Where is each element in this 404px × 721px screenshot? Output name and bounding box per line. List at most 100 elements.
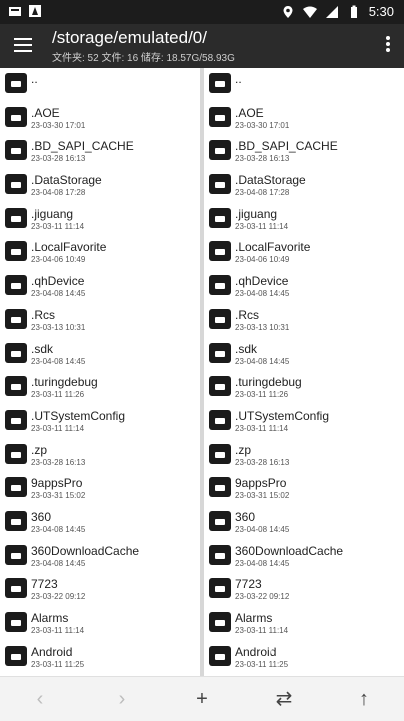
folder-icon <box>209 207 231 228</box>
folder-date: 23-04-08 17:28 <box>235 188 290 198</box>
folder-date: 23-03-11 11:26 <box>31 390 85 400</box>
folder-date: 23-04-06 10:49 <box>31 255 86 265</box>
folder-row[interactable]: .AOE 23-03-30 17:01 <box>0 102 200 136</box>
folder-row[interactable]: .Rcs 23-03-13 10:31 <box>204 304 404 338</box>
add-button[interactable]: + <box>190 687 214 711</box>
folder-date: 23-03-28 16:13 <box>31 154 86 164</box>
folder-icon <box>5 106 27 127</box>
folder-row[interactable]: .DataStorage 23-04-08 17:28 <box>0 169 200 203</box>
folder-icon <box>5 275 27 296</box>
folder-icon <box>5 140 27 161</box>
folder-row[interactable]: .DataStorage 23-04-08 17:28 <box>204 169 404 203</box>
folder-row[interactable]: 9appsPro 23-03-31 15:02 <box>204 472 404 506</box>
folder-row[interactable]: .zp 23-03-28 16:13 <box>204 439 404 473</box>
folder-icon <box>209 612 231 632</box>
folder-name: .turingdebug <box>31 375 98 390</box>
folder-icon <box>5 578 27 599</box>
folder-row[interactable]: .jiguang 23-03-11 11:14 <box>204 203 404 237</box>
folder-row[interactable]: 7723 23-03-22 09:12 <box>0 573 200 607</box>
folder-row[interactable]: 360 23-04-08 14:45 <box>204 506 404 540</box>
folder-row[interactable]: 360DownloadCache 23-04-08 14:45 <box>0 540 200 574</box>
folder-name: 7723 <box>235 577 262 592</box>
folder-date: 23-03-28 16:13 <box>235 457 290 467</box>
folder-icon <box>5 174 27 195</box>
folder-name: .zp <box>31 442 48 457</box>
folder-name: .jiguang <box>235 206 278 221</box>
folder-row[interactable]: .. <box>0 68 200 102</box>
right-pane-list[interactable]: .. .AOE 23-03-30 17:01 .BD_SAPI_CACHE 23-03-… <box>204 68 404 676</box>
folder-name: .jiguang <box>31 206 74 221</box>
folder-row[interactable]: 360 23-04-08 14:45 <box>0 506 200 540</box>
forward-button[interactable]: › <box>110 687 134 711</box>
folder-row[interactable]: .jiguang 23-03-11 11:14 <box>0 203 200 237</box>
folder-date: 23-03-22 09:12 <box>235 592 290 602</box>
folder-row[interactable]: .qhDevice 23-04-08 14:45 <box>0 270 200 304</box>
wifi-icon <box>302 6 317 18</box>
folder-row[interactable]: .qhDevice 23-04-08 14:45 <box>204 270 404 304</box>
folder-name: .BD_SAPI_CACHE <box>235 139 338 154</box>
folder-icon <box>209 140 231 161</box>
folder-row[interactable]: .sdk 23-04-08 14:45 <box>204 338 404 372</box>
folder-name: 360DownloadCache <box>235 543 344 558</box>
folder-icon <box>5 308 27 329</box>
notification-icon <box>9 7 21 16</box>
left-pane-list[interactable]: .. .AOE 23-03-30 17:01 .BD_SAPI_CACHE 23-03-… <box>0 68 200 676</box>
folder-row[interactable]: .Rcs 23-03-13 10:31 <box>0 304 200 338</box>
folder-name: .AOE <box>31 105 60 120</box>
up-directory-button[interactable]: ↑ <box>352 687 376 711</box>
folder-name: .. <box>235 72 242 86</box>
folder-row[interactable]: Android 23-03-11 11:25 <box>0 641 200 675</box>
folder-name: .DataStorage <box>31 173 102 188</box>
folder-date: 23-03-28 16:13 <box>31 457 86 467</box>
folder-name: .sdk <box>235 341 258 356</box>
folder-row[interactable]: 7723 23-03-22 09:12 <box>204 573 404 607</box>
folder-row[interactable]: .LocalFavorite 23-04-06 10:49 <box>0 236 200 270</box>
folder-date: 23-03-11 11:14 <box>235 221 289 231</box>
folder-row[interactable]: 360DownloadCache 23-04-08 14:45 <box>204 540 404 574</box>
swap-panes-button[interactable]: ⇄ <box>272 687 296 711</box>
folder-name: 7723 <box>31 577 58 592</box>
back-button[interactable]: ‹ <box>28 687 52 711</box>
folder-row[interactable]: .AOE 23-03-30 17:01 <box>204 102 404 136</box>
folder-icon <box>5 241 27 262</box>
folder-row[interactable]: .UTSystemConfig 23-03-11 11:14 <box>0 405 200 439</box>
folder-row[interactable]: .turingdebug 23-03-11 11:26 <box>0 371 200 405</box>
folder-icon <box>209 409 231 430</box>
folder-icon <box>5 73 27 93</box>
menu-button[interactable] <box>12 34 34 56</box>
clock: 5:30 <box>368 4 394 19</box>
folder-name: 360 <box>235 509 256 524</box>
folder-row[interactable]: .LocalFavorite 23-04-06 10:49 <box>204 236 404 270</box>
battery-icon <box>350 5 357 18</box>
folder-date: 23-04-08 14:45 <box>235 524 290 534</box>
folder-icon <box>209 376 231 397</box>
folder-name: .UTSystemConfig <box>235 408 330 423</box>
folder-icon <box>209 477 231 498</box>
folder-icon <box>5 510 27 531</box>
folder-name: .zp <box>235 442 252 457</box>
folder-row[interactable]: Alarms 23-03-11 11:14 <box>0 607 200 641</box>
folder-date: 23-03-30 17:01 <box>235 120 290 130</box>
folder-date: 23-03-11 11:14 <box>31 626 85 635</box>
folder-date: 23-03-31 15:02 <box>31 491 86 501</box>
folder-icon <box>5 645 27 666</box>
folder-row[interactable]: .sdk 23-04-08 14:45 <box>0 338 200 372</box>
status-bar: 5:30 <box>0 0 404 24</box>
folder-row[interactable]: 9appsPro 23-03-31 15:02 <box>0 472 200 506</box>
folder-name: .LocalFavorite <box>31 240 107 255</box>
folder-row[interactable]: .UTSystemConfig 23-03-11 11:14 <box>204 405 404 439</box>
folder-icon <box>209 106 231 127</box>
folder-name: .AOE <box>235 105 264 120</box>
folder-row[interactable]: .BD_SAPI_CACHE 23-03-28 16:13 <box>204 135 404 169</box>
folder-date: 23-04-08 14:45 <box>235 356 290 366</box>
watermark: 下载站 <box>264 639 310 656</box>
folder-icon <box>5 443 27 464</box>
folder-row[interactable]: .BD_SAPI_CACHE 23-03-28 16:13 <box>0 135 200 169</box>
folder-name: Alarms <box>235 611 273 625</box>
folder-row[interactable]: .zp 23-03-28 16:13 <box>0 439 200 473</box>
folder-date: 23-04-08 14:45 <box>235 289 290 299</box>
folder-date: 23-04-08 17:28 <box>31 188 86 198</box>
more-options-button[interactable] <box>384 34 392 56</box>
folder-row[interactable]: .turingdebug 23-03-11 11:26 <box>204 371 404 405</box>
folder-row[interactable]: .. <box>204 68 404 102</box>
